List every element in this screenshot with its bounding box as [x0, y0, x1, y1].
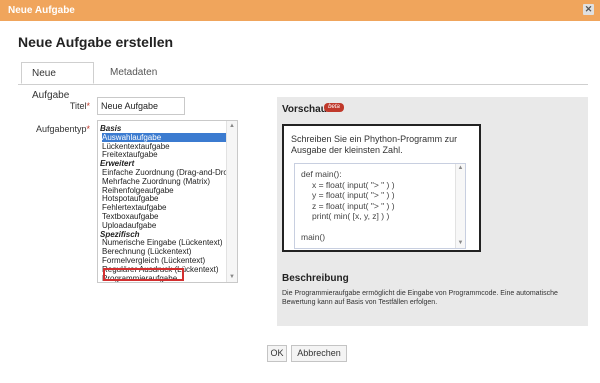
list-group-header: Basis [100, 124, 122, 133]
modal-titlebar: Neue Aufgabe ✕ [0, 0, 600, 21]
task-text: Schreiben Sie ein Phython-Programm zur A… [291, 134, 458, 155]
page-title: Neue Aufgabe erstellen [18, 34, 174, 50]
type-label: Aufgabentyp* [35, 124, 90, 134]
list-group-header: Spezifisch [100, 229, 140, 239]
title-input[interactable]: Neue Aufgabe [97, 97, 185, 115]
list-item[interactable]: Einfache Zuordnung (Drag-and-Drop) [102, 168, 235, 177]
scroll-down-icon[interactable]: ▼ [227, 272, 237, 282]
list-item[interactable]: Numerische Eingabe (Lückentext) [102, 238, 223, 247]
scroll-up-icon[interactable]: ▲ [456, 164, 465, 173]
list-item[interactable]: Freitextaufgabe [102, 150, 158, 159]
required-mark: * [86, 124, 90, 134]
description-title: Beschreibung [282, 273, 349, 284]
preview-title: Vorschau [282, 104, 327, 115]
required-mark: * [86, 101, 90, 111]
list-item[interactable]: Fehlertextaufgabe [102, 203, 167, 212]
close-icon[interactable]: ✕ [583, 4, 594, 15]
list-item[interactable]: Berechnung (Lückentext) [102, 247, 191, 256]
beta-badge: beta [324, 103, 344, 112]
list-item[interactable]: Hotspotaufgabe [102, 194, 159, 203]
selection-highlight-box [103, 268, 184, 281]
preview-panel: Vorschau beta Schreiben Sie ein Phython-… [277, 97, 588, 326]
code-line: x = float( input( "> " ) ) [312, 179, 395, 190]
list-item[interactable]: Reihenfolgeaufgabe [102, 186, 174, 195]
scroll-up-icon[interactable]: ▲ [227, 121, 237, 131]
list-item[interactable]: Mehrfache Zuordnung (Matrix) [102, 177, 210, 186]
list-item[interactable]: Auswahlaufgabe [102, 132, 229, 142]
description-text: Die Programmieraufgabe ermöglicht die Ei… [282, 290, 558, 306]
scroll-down-icon[interactable]: ▼ [456, 239, 465, 248]
code-line: main() [301, 232, 326, 242]
code-line: def main(): [301, 169, 342, 179]
modal-title: Neue Aufgabe [8, 5, 75, 16]
tab-neue-aufgabe[interactable]: Neue Aufgabe [21, 62, 94, 101]
code-line: z = float( input( "> " ) ) [312, 200, 395, 211]
code-scrollbar[interactable]: ▲ ▼ [455, 164, 465, 248]
list-item[interactable]: Textboxaufgabe [102, 212, 159, 221]
tab-metadaten[interactable]: Metadaten [100, 62, 178, 84]
list-item[interactable]: Lückentextaufgabe [102, 142, 170, 151]
preview-box: Schreiben Sie ein Phython-Programm zur A… [282, 124, 481, 252]
code-line: y = float( input( "> " ) ) [312, 190, 395, 200]
tab-bar: Neue Aufgabe Metadaten [18, 62, 588, 101]
cancel-button[interactable]: Abbrechen [291, 345, 347, 362]
title-label: Titel* [69, 101, 90, 111]
code-editor[interactable]: def main(): x = float( input( "> " ) ) y =… [294, 163, 466, 249]
task-type-listbox[interactable]: Basis Auswahlaufgabe Lückentextaufgabe Frei… [97, 120, 238, 283]
code-line: print( min( [x, y, z] ) ) [312, 211, 390, 221]
list-item[interactable]: Formelvergleich (Lückentext) [102, 256, 205, 265]
ok-button[interactable]: OK [267, 345, 287, 362]
list-group-header: Erweitert [100, 159, 135, 169]
list-item[interactable]: Uploadaufgabe [102, 221, 156, 230]
listbox-scrollbar[interactable]: ▲ ▼ [226, 121, 237, 282]
